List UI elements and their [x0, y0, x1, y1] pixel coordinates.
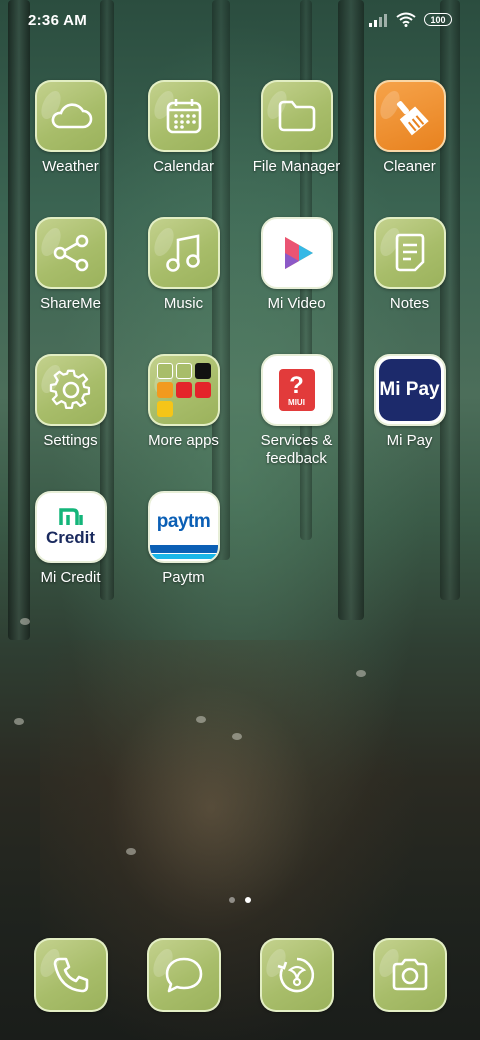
share-icon [34, 217, 107, 289]
broom-icon [373, 80, 446, 152]
paytm-icon: paytm [147, 491, 220, 563]
status-bar: 2:36 AM 100 [0, 0, 480, 42]
page-dot[interactable] [229, 897, 235, 903]
app-shareme[interactable]: ShareMe [14, 217, 127, 313]
app-mi-pay[interactable]: Mi Pay Mi Pay [353, 354, 466, 450]
clock: 2:36 AM [28, 12, 88, 29]
music-note-icon [147, 217, 220, 289]
app-calendar[interactable]: Calendar [127, 80, 240, 176]
mipay-icon: Mi Pay [373, 354, 446, 426]
battery-icon: 100 [424, 13, 452, 26]
signal-icon [369, 13, 387, 27]
app-weather[interactable]: Weather [14, 80, 127, 176]
page-indicator [0, 897, 480, 903]
camera-icon [372, 938, 447, 1012]
app-paytm[interactable]: paytm Paytm [127, 491, 240, 587]
gear-icon [34, 354, 107, 426]
browser-icon [259, 938, 334, 1012]
page-dot-active[interactable] [245, 897, 251, 903]
micredit-icon: Credit [34, 491, 107, 563]
folder-grid-icon [147, 354, 220, 426]
dock-phone[interactable] [14, 938, 127, 1012]
app-notes[interactable]: Notes [353, 217, 466, 313]
calendar-icon [147, 80, 220, 152]
cloud-icon [34, 80, 107, 152]
dock-camera[interactable] [353, 938, 466, 1012]
folder-icon [260, 80, 333, 152]
phone-icon [33, 938, 108, 1012]
app-settings[interactable]: Settings [14, 354, 127, 450]
dock-messages[interactable] [127, 938, 240, 1012]
wifi-icon [396, 12, 416, 27]
app-music[interactable]: Music [127, 217, 240, 313]
note-icon [373, 217, 446, 289]
app-cleaner[interactable]: Cleaner [353, 80, 466, 176]
app-file-manager[interactable]: File Manager [240, 80, 353, 176]
app-mi-credit[interactable]: Credit Mi Credit [14, 491, 127, 587]
dock-browser[interactable] [240, 938, 353, 1012]
app-services-feedback[interactable]: ? MIUI Services & feedback [240, 354, 353, 468]
play-icon [260, 217, 333, 289]
message-icon [146, 938, 221, 1012]
app-mi-video[interactable]: Mi Video [240, 217, 353, 313]
app-folder-more-apps[interactable]: More apps [127, 354, 240, 450]
help-icon: ? MIUI [260, 354, 333, 426]
